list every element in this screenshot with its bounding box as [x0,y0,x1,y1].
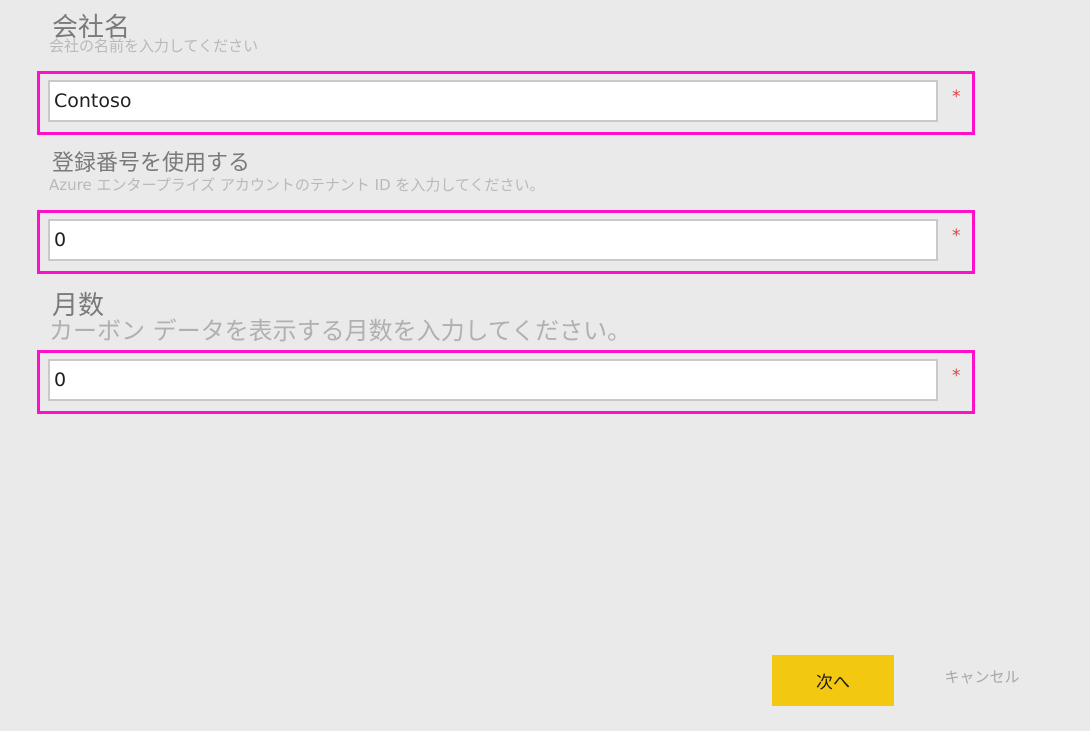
required-indicator: * [952,226,961,246]
enrollment-number-description: Azure エンタープライズ アカウントのテナント ID を入力してください。 [49,176,545,194]
months-field-group: * [37,350,975,414]
required-indicator: * [952,366,961,386]
months-input[interactable] [48,359,938,401]
cancel-button[interactable]: キャンセル [936,670,1028,685]
company-name-field-group: * [37,71,975,135]
next-button[interactable]: 次へ [772,655,894,706]
enrollment-number-field-group: * [37,210,975,274]
months-description: カーボン データを表示する月数を入力してください。 [49,317,632,345]
enrollment-number-title: 登録番号を使用する [52,151,251,176]
required-indicator: * [952,87,961,107]
company-name-input[interactable] [48,80,938,122]
months-title: 月数 [52,291,105,321]
company-name-description: 会社の名前を入力してください [49,37,259,55]
enrollment-number-input[interactable] [48,219,938,261]
